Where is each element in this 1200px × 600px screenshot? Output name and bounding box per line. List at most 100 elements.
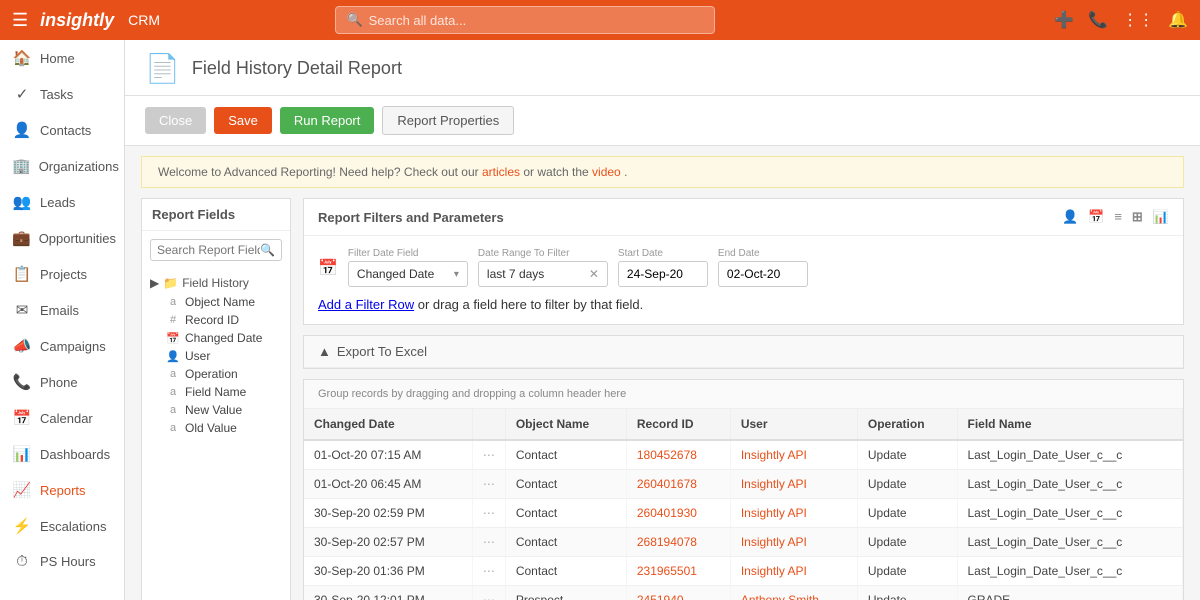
contacts-icon: 👤 <box>12 121 32 139</box>
filter-date-field-text: Changed Date <box>357 267 434 281</box>
cell-user[interactable]: Insightly API <box>730 557 857 586</box>
emails-icon: ✉ <box>12 301 32 319</box>
table-row: 30-Sep-20 12:01 PM ⋯ Prospect 2451940 An… <box>304 586 1183 600</box>
report-fields-search-input[interactable] <box>157 243 260 257</box>
sidebar-item-projects[interactable]: 📋 Projects <box>0 256 124 292</box>
cell-dots[interactable]: ⋯ <box>472 499 505 528</box>
cell-record-id[interactable]: 2451940 <box>626 586 730 600</box>
sidebar-item-tasks[interactable]: ✓ Tasks <box>0 76 124 112</box>
cell-record-id[interactable]: 260401930 <box>626 499 730 528</box>
sidebar-item-opportunities[interactable]: 💼 Opportunities <box>0 220 124 256</box>
filter-date-field-value[interactable]: Changed Date ▾ <box>348 261 468 287</box>
tree-item-record-id[interactable]: # Record ID <box>150 311 282 329</box>
dropdown-arrow-icon: ▾ <box>454 269 459 280</box>
add-filter-row-link[interactable]: Add a Filter Row <box>318 297 414 312</box>
filter-end-date-input[interactable] <box>718 261 808 287</box>
tree-item-old-value[interactable]: a Old Value <box>150 419 282 437</box>
tree-item-operation[interactable]: a Operation <box>150 365 282 383</box>
table-row: 01-Oct-20 07:15 AM ⋯ Contact 180452678 I… <box>304 440 1183 470</box>
export-section-header[interactable]: ▲ Export To Excel <box>304 336 1183 368</box>
save-button[interactable]: Save <box>214 107 272 134</box>
filter-date-range-value[interactable]: last 7 days ✕ <box>478 261 608 287</box>
sidebar-item-contacts[interactable]: 👤 Contacts <box>0 112 124 148</box>
phone-sidebar-icon: 📞 <box>12 373 32 391</box>
cell-user[interactable]: Insightly API <box>730 499 857 528</box>
cell-user[interactable]: Insightly API <box>730 470 857 499</box>
grid-icon[interactable]: ⋮⋮ <box>1122 10 1154 30</box>
sidebar-item-leads[interactable]: 👥 Leads <box>0 184 124 220</box>
sidebar-item-ps-hours[interactable]: ⏱ PS Hours <box>0 544 124 579</box>
sidebar-item-home[interactable]: 🏠 Home <box>0 40 124 76</box>
tree-item-user[interactable]: 👤 User <box>150 347 282 365</box>
tree-item-object-name[interactable]: a Object Name <box>150 293 282 311</box>
sidebar-item-escalations[interactable]: ⚡ Escalations <box>0 508 124 544</box>
cell-operation: Update <box>857 499 957 528</box>
add-filter-row: Add a Filter Row or drag a field here to… <box>318 297 1169 312</box>
tree-group-field-history[interactable]: ▶ 📁 Field History <box>150 273 282 293</box>
clear-date-range-icon[interactable]: ✕ <box>589 267 599 281</box>
tree-item-new-value[interactable]: a New Value <box>150 401 282 419</box>
cell-object-name: Contact <box>505 440 626 470</box>
global-search-bar[interactable]: 🔍 <box>335 6 715 34</box>
info-banner: Welcome to Advanced Reporting! Need help… <box>141 156 1184 188</box>
main-layout: 🏠 Home ✓ Tasks 👤 Contacts 🏢 Organization… <box>0 40 1200 600</box>
opportunities-icon: 💼 <box>12 229 31 247</box>
cell-dots[interactable]: ⋯ <box>472 557 505 586</box>
filter-date-range-group: Date Range To Filter last 7 days ✕ <box>478 248 608 287</box>
sidebar-item-tasks-label: Tasks <box>40 87 73 102</box>
cell-dots[interactable]: ⋯ <box>472 440 505 470</box>
field-type-icon: a <box>166 386 180 398</box>
sidebar-item-dashboards[interactable]: 📊 Dashboards <box>0 436 124 472</box>
sidebar-item-phone[interactable]: 📞 Phone <box>0 364 124 400</box>
cell-dots[interactable]: ⋯ <box>472 586 505 600</box>
filter-start-date-input[interactable] <box>618 261 708 287</box>
add-icon[interactable]: ➕ <box>1054 10 1074 30</box>
field-type-icon: 📅 <box>166 332 180 345</box>
menu-hamburger-icon[interactable]: ☰ <box>12 10 28 31</box>
notification-icon[interactable]: 🔔 <box>1168 10 1188 30</box>
top-nav: ☰ insightly CRM 🔍 ➕ 📞 ⋮⋮ 🔔 <box>0 0 1200 40</box>
user-filter-icon[interactable]: 👤 <box>1062 209 1078 225</box>
run-report-button[interactable]: Run Report <box>280 107 374 134</box>
filter-date-field-label: Filter Date Field <box>348 248 468 259</box>
chart-icon[interactable]: 📊 <box>1153 209 1169 225</box>
sidebar-item-organizations[interactable]: 🏢 Organizations <box>0 148 124 184</box>
sidebar-item-emails-label: Emails <box>40 303 79 318</box>
filter-date-range-label: Date Range To Filter <box>478 248 608 259</box>
sidebar-item-reports[interactable]: 📈 Reports <box>0 472 124 508</box>
projects-icon: 📋 <box>12 265 32 283</box>
col-record-id: Record ID <box>626 409 730 440</box>
report-fields-search[interactable]: 🔍 <box>150 239 282 261</box>
tree-item-field-name[interactable]: a Field Name <box>150 383 282 401</box>
video-link[interactable]: video <box>592 165 621 179</box>
articles-link[interactable]: articles <box>482 165 520 179</box>
report-fields-title: Report Fields <box>142 199 290 231</box>
cell-record-id[interactable]: 180452678 <box>626 440 730 470</box>
col-changed-date: Changed Date <box>304 409 472 440</box>
tree-item-changed-date[interactable]: 📅 Changed Date <box>150 329 282 347</box>
cell-user[interactable]: Anthony Smith <box>730 586 857 600</box>
phone-icon[interactable]: 📞 <box>1088 10 1108 30</box>
report-properties-button[interactable]: Report Properties <box>382 106 514 135</box>
cell-dots[interactable]: ⋯ <box>472 528 505 557</box>
search-icon: 🔍 <box>346 12 362 28</box>
sidebar-item-campaigns-label: Campaigns <box>40 339 106 354</box>
columns-icon[interactable]: ⊞ <box>1132 209 1143 225</box>
leads-icon: 👥 <box>12 193 32 211</box>
sidebar-item-campaigns[interactable]: 📣 Campaigns <box>0 328 124 364</box>
cell-user[interactable]: Insightly API <box>730 528 857 557</box>
folder-icon: 📁 <box>163 276 178 290</box>
cell-field-name: GRADE <box>957 586 1183 600</box>
search-input[interactable] <box>369 13 705 28</box>
col-user: User <box>730 409 857 440</box>
filter-rows-icon[interactable]: ≡ <box>1114 209 1122 225</box>
close-button[interactable]: Close <box>145 107 206 134</box>
cell-user[interactable]: Insightly API <box>730 440 857 470</box>
cell-dots[interactable]: ⋯ <box>472 470 505 499</box>
cell-record-id[interactable]: 231965501 <box>626 557 730 586</box>
sidebar-item-calendar[interactable]: 📅 Calendar <box>0 400 124 436</box>
cell-record-id[interactable]: 268194078 <box>626 528 730 557</box>
calendar-filter-icon[interactable]: 📅 <box>1088 209 1104 225</box>
cell-record-id[interactable]: 260401678 <box>626 470 730 499</box>
sidebar-item-emails[interactable]: ✉ Emails <box>0 292 124 328</box>
